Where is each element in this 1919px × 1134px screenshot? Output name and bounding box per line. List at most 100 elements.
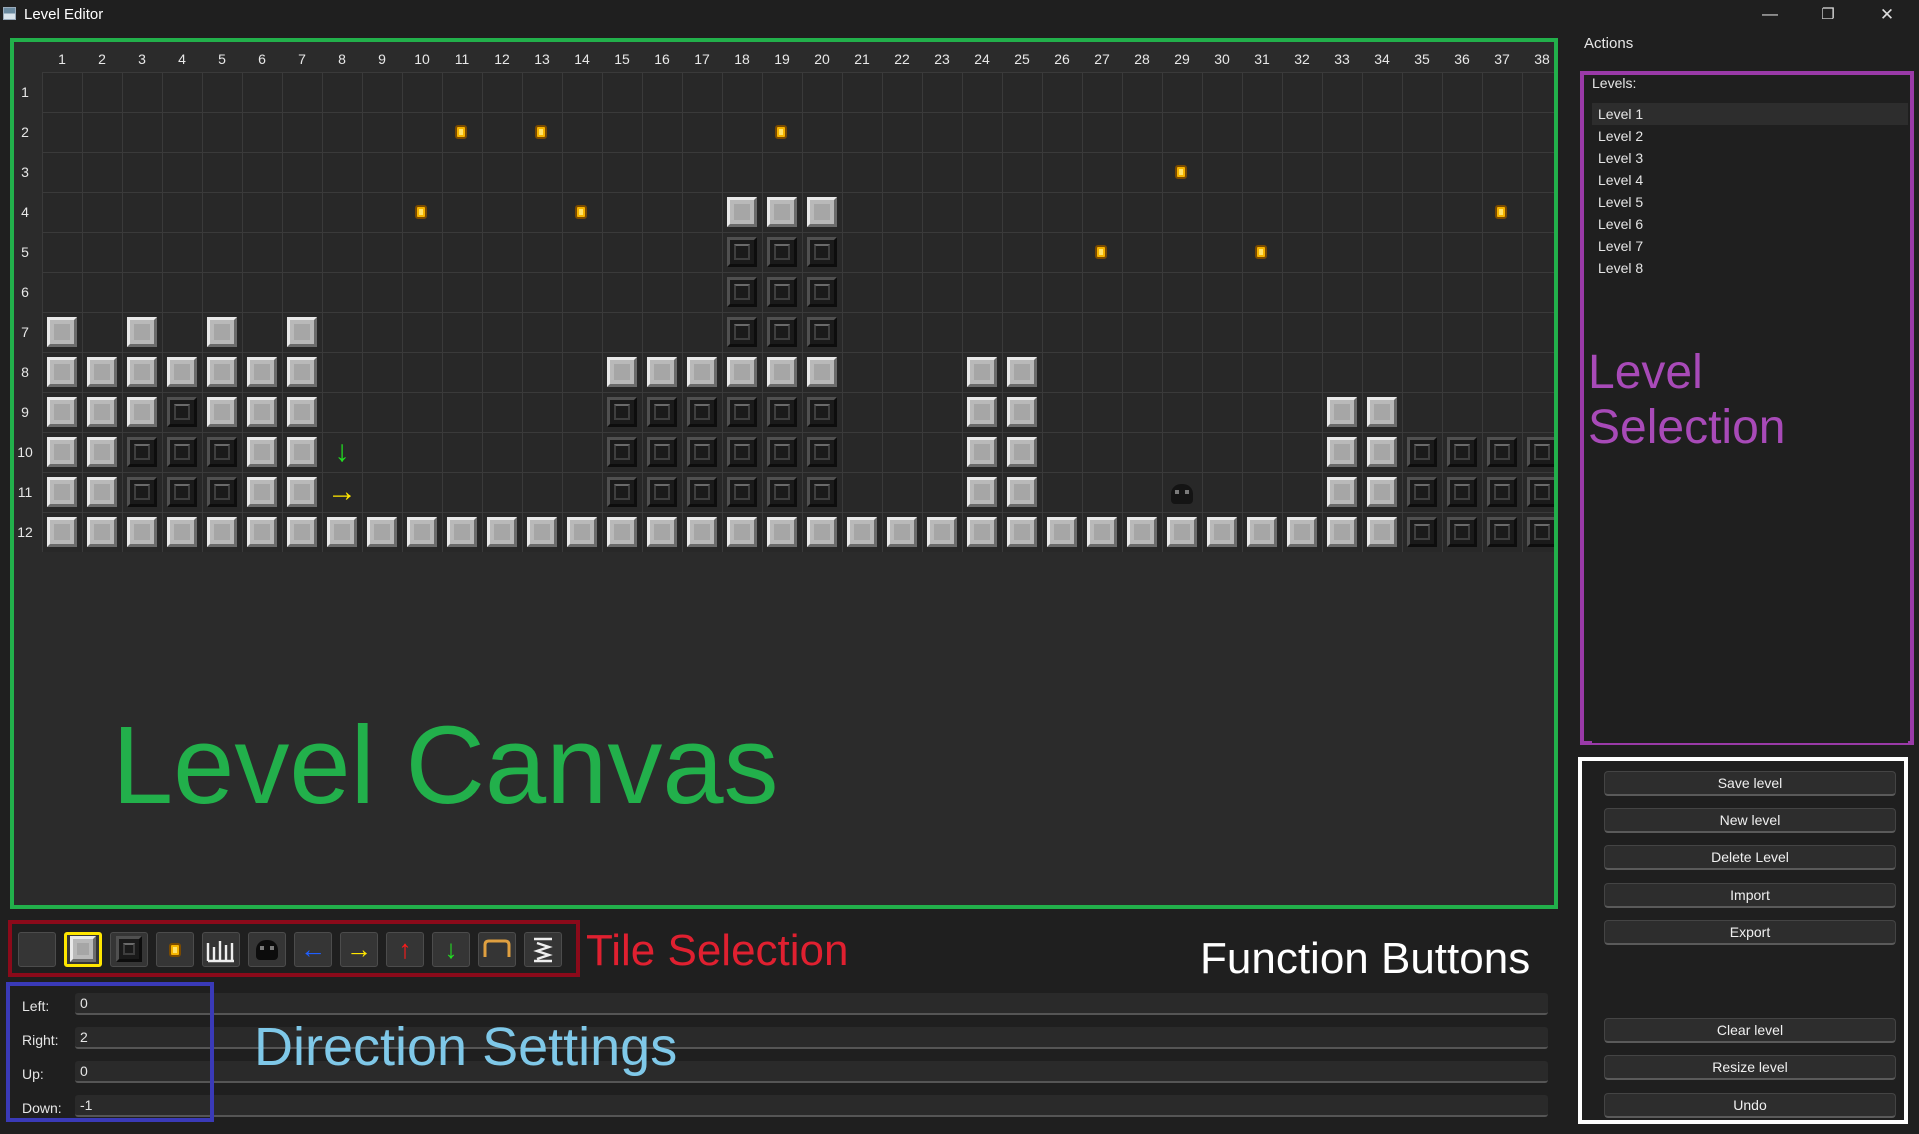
close-button[interactable]: ✕ xyxy=(1858,0,1916,29)
palette-arrow-left-icon[interactable]: ← xyxy=(294,932,332,967)
block-tile xyxy=(1087,517,1117,547)
dark-block-tile xyxy=(727,437,757,467)
palette-empty-icon[interactable] xyxy=(18,932,56,967)
import-button[interactable]: Import xyxy=(1604,883,1896,908)
column-header: 33 xyxy=(1334,51,1350,67)
column-header: 26 xyxy=(1054,51,1070,67)
level-list-item[interactable]: Level 1 xyxy=(1592,103,1908,125)
column-header: 36 xyxy=(1454,51,1470,67)
arrow-right-tile: → xyxy=(327,475,357,508)
column-header: 34 xyxy=(1374,51,1390,67)
block-tile xyxy=(727,197,757,227)
resize-level-button[interactable]: Resize level xyxy=(1604,1055,1896,1080)
function-buttons-panel: Save level New level Delete Level Import… xyxy=(1578,757,1908,1124)
level-list-item[interactable]: Level 2 xyxy=(1592,125,1908,147)
down-input[interactable]: -1 xyxy=(75,1095,1548,1117)
block-tile xyxy=(1127,517,1157,547)
dark-block-tile xyxy=(1487,517,1517,547)
palette-arrow-down-icon[interactable]: ↓ xyxy=(432,932,470,967)
column-header: 24 xyxy=(974,51,990,67)
level-list-item[interactable]: Level 4 xyxy=(1592,169,1908,191)
clear-level-button[interactable]: Clear level xyxy=(1604,1018,1896,1043)
block-tile xyxy=(287,397,317,427)
column-header: 37 xyxy=(1494,51,1510,67)
block-tile xyxy=(1367,397,1397,427)
palette-arrow-up-icon[interactable]: ↑ xyxy=(386,932,424,967)
block-tile xyxy=(1007,517,1037,547)
column-header: 23 xyxy=(934,51,950,67)
undo-button[interactable]: Undo xyxy=(1604,1093,1896,1118)
block-tile xyxy=(207,317,237,347)
restore-button[interactable]: ❐ xyxy=(1799,0,1857,29)
block-tile xyxy=(767,517,797,547)
block-tile xyxy=(967,397,997,427)
block-tile xyxy=(407,517,437,547)
level-list-item[interactable]: Level 3 xyxy=(1592,147,1908,169)
column-header: 35 xyxy=(1414,51,1430,67)
block-tile xyxy=(1367,517,1397,547)
block-tile xyxy=(1007,437,1037,467)
block-tile xyxy=(887,517,917,547)
column-header: 13 xyxy=(534,51,550,67)
left-input[interactable]: 0 xyxy=(75,993,1548,1015)
coin-tile xyxy=(1095,245,1107,259)
block-tile xyxy=(1007,477,1037,507)
block-tile xyxy=(1247,517,1277,547)
block-tile xyxy=(87,517,117,547)
row-header: 2 xyxy=(21,124,29,140)
column-header: 32 xyxy=(1294,51,1310,67)
palette-arrow-right-icon[interactable]: → xyxy=(340,932,378,967)
column-header: 22 xyxy=(894,51,910,67)
column-header: 10 xyxy=(414,51,430,67)
dark-block-tile xyxy=(647,397,677,427)
dark-block-tile xyxy=(207,437,237,467)
block-tile xyxy=(807,357,837,387)
block-tile xyxy=(1327,437,1357,467)
column-header: 6 xyxy=(258,51,266,67)
level-list-item[interactable]: Level 5 xyxy=(1592,191,1908,213)
coin-tile xyxy=(535,125,547,139)
actions-title: Actions xyxy=(1584,35,1634,52)
level-list-item[interactable]: Level 7 xyxy=(1592,235,1908,257)
block-swatch xyxy=(70,936,96,962)
dark-block-tile xyxy=(1407,437,1437,467)
row-header: 12 xyxy=(17,524,33,540)
column-header: 18 xyxy=(734,51,750,67)
window-title: Level Editor xyxy=(24,6,104,23)
dark-block-swatch xyxy=(116,936,142,962)
level-list-item[interactable]: Level 8 xyxy=(1592,257,1908,279)
block-tile xyxy=(287,517,317,547)
palette-bounce-icon[interactable] xyxy=(478,932,516,967)
column-header: 27 xyxy=(1094,51,1110,67)
row-header: 10 xyxy=(17,444,33,460)
block-tile xyxy=(967,517,997,547)
dark-block-tile xyxy=(607,477,637,507)
block-tile xyxy=(807,517,837,547)
coin-tile xyxy=(1175,165,1187,179)
palette-coin-icon[interactable] xyxy=(156,932,194,967)
level-selection-panel: Levels: Level 1 Level 2 Level 3 Level 4 Leve… xyxy=(1580,71,1914,745)
palette-block-icon[interactable] xyxy=(64,932,102,967)
palette-enemy-icon[interactable] xyxy=(248,932,286,967)
delete-level-button[interactable]: Delete Level xyxy=(1604,845,1896,870)
palette-dark-block-icon[interactable] xyxy=(110,932,148,967)
level-list-item[interactable]: Level 6 xyxy=(1592,213,1908,235)
export-button[interactable]: Export xyxy=(1604,920,1896,945)
level-canvas-panel: 1 2 3 4 5 6 7 8 9 10 11 12 13 14 15 16 17 18 19 20 21 22 23 24 2… xyxy=(10,38,1558,909)
save-level-button[interactable]: Save level xyxy=(1604,771,1896,796)
palette-spikes-icon[interactable] xyxy=(202,932,240,967)
block-tile xyxy=(967,477,997,507)
block-tile xyxy=(287,437,317,467)
minimize-button[interactable]: — xyxy=(1741,0,1799,29)
dark-block-tile xyxy=(727,277,757,307)
new-level-button[interactable]: New level xyxy=(1604,808,1896,833)
palette-spring-icon[interactable] xyxy=(524,932,562,967)
block-tile xyxy=(167,357,197,387)
column-header: 15 xyxy=(614,51,630,67)
level-grid[interactable]: ↓ → xyxy=(42,72,1554,552)
dark-block-tile xyxy=(647,477,677,507)
dark-block-tile xyxy=(727,317,757,347)
block-tile xyxy=(807,197,837,227)
column-header: 25 xyxy=(1014,51,1030,67)
block-tile xyxy=(607,357,637,387)
